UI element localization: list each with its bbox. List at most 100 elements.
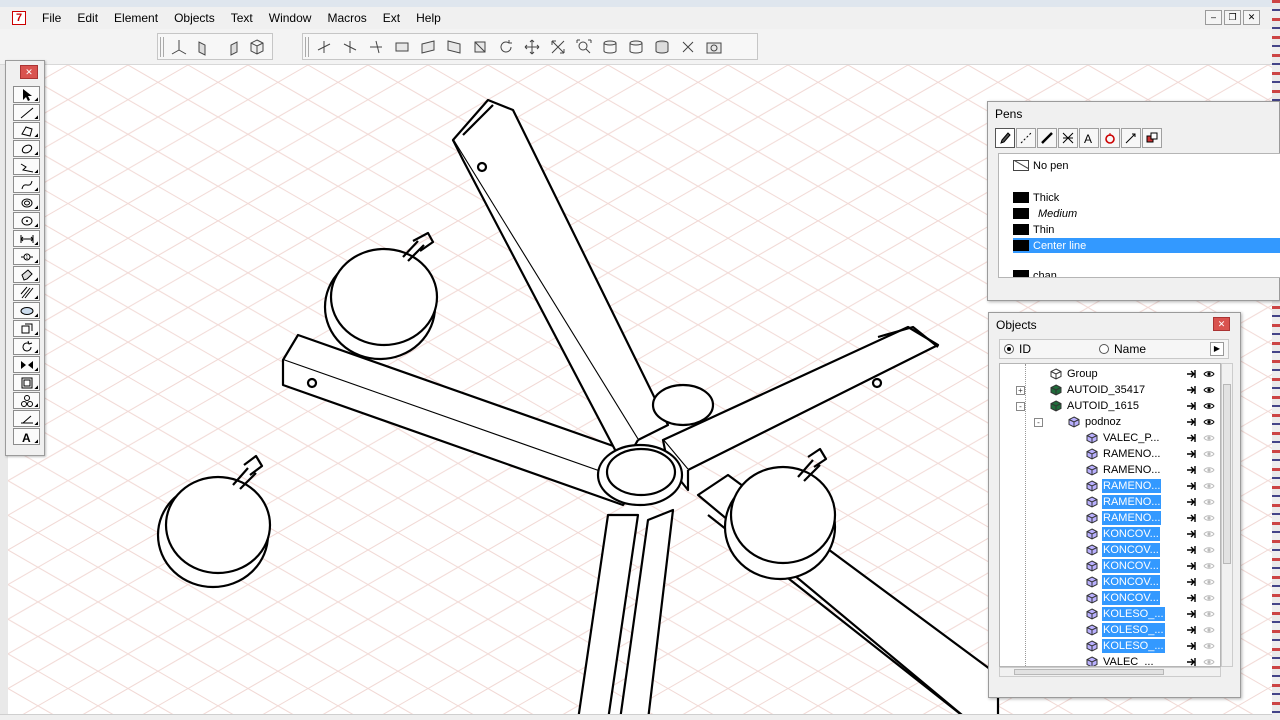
iso-cube-icon[interactable]	[245, 35, 269, 59]
menu-window[interactable]: Window	[261, 8, 320, 28]
eye-icon[interactable]	[1203, 465, 1215, 475]
select-arrow-icon[interactable]	[1186, 385, 1197, 395]
tree-row[interactable]: RAMENO...	[1000, 478, 1220, 494]
circle-icon[interactable]	[13, 194, 40, 211]
tree-row[interactable]: KOLESO_...	[1000, 606, 1220, 622]
dimension-2-icon[interactable]: 1	[13, 248, 40, 265]
tree-row[interactable]: KONCOV...	[1000, 574, 1220, 590]
select-arrow-icon[interactable]	[1186, 497, 1197, 507]
select-arrow-icon[interactable]	[1186, 481, 1197, 491]
tree-row[interactable]: VALEC_...	[1000, 654, 1220, 667]
cross-icon[interactable]	[676, 35, 700, 59]
tree-row[interactable]: VALEC_P...	[1000, 430, 1220, 446]
select-arrow-icon[interactable]	[1186, 513, 1197, 523]
collapse-icon[interactable]: -	[1016, 402, 1025, 411]
eye-icon[interactable]	[1203, 577, 1215, 587]
eye-icon[interactable]	[1203, 369, 1215, 379]
menu-macros[interactable]: Macros	[319, 8, 374, 28]
select-arrow-icon[interactable]	[13, 86, 40, 103]
select-arrow-icon[interactable]	[1186, 529, 1197, 539]
eye-icon[interactable]	[1203, 417, 1215, 427]
close-window-button[interactable]: ✕	[1243, 10, 1260, 25]
axis-tool-3-icon[interactable]	[364, 35, 388, 59]
axis-tool-icon[interactable]	[312, 35, 336, 59]
ellipse-tool-icon[interactable]	[13, 302, 40, 319]
styles-pen-icon[interactable]	[1142, 128, 1162, 148]
radio-name[interactable]	[1099, 344, 1109, 354]
eye-icon[interactable]	[1203, 481, 1215, 491]
move-icon[interactable]	[520, 35, 544, 59]
tree-row[interactable]: RAMENO...	[1000, 462, 1220, 478]
cylinder-icon[interactable]	[598, 35, 622, 59]
pen-row-center-line[interactable]: Center line	[1013, 238, 1280, 253]
scroll-thumb[interactable]	[1014, 669, 1164, 675]
pen-row-thin[interactable]: Thin	[1013, 222, 1280, 237]
toolbar-grip-2[interactable]	[305, 37, 309, 57]
iso-axes-icon[interactable]	[167, 35, 191, 59]
pen-icon[interactable]	[995, 128, 1015, 148]
select-arrow-icon[interactable]	[1186, 433, 1197, 443]
select-arrow-icon[interactable]	[1186, 577, 1197, 587]
select-arrow-icon[interactable]	[1186, 369, 1197, 379]
tree-row[interactable]: KOLESO_...	[1000, 622, 1220, 638]
select-arrow-icon[interactable]	[1186, 545, 1197, 555]
mirror-icon[interactable]	[13, 356, 40, 373]
fill-pen-icon[interactable]	[1100, 128, 1120, 148]
line-weight-icon[interactable]	[1037, 128, 1057, 148]
objects-close-button[interactable]: ✕	[1213, 317, 1230, 331]
tree-row[interactable]: - AUTOID_1615	[1000, 398, 1220, 414]
select-arrow-icon[interactable]	[1186, 561, 1197, 571]
eye-icon[interactable]	[1203, 625, 1215, 635]
tree-row[interactable]: RAMENO...	[1000, 510, 1220, 526]
radio-id[interactable]	[1004, 344, 1014, 354]
frame-icon[interactable]	[13, 374, 40, 391]
select-arrow-icon[interactable]	[1186, 657, 1197, 667]
box-icon[interactable]	[13, 320, 40, 337]
select-arrow-icon[interactable]	[1186, 401, 1197, 411]
eye-icon[interactable]	[1203, 529, 1215, 539]
ellipse-icon[interactable]	[13, 140, 40, 157]
select-arrow-icon[interactable]	[1186, 593, 1197, 603]
arrow-pen-icon[interactable]	[1121, 128, 1141, 148]
tree-row[interactable]: KONCOV...	[1000, 542, 1220, 558]
select-arrow-icon[interactable]	[1186, 465, 1197, 475]
select-arrow-icon[interactable]	[1186, 609, 1197, 619]
select-arrow-icon[interactable]	[1186, 417, 1197, 427]
eye-icon[interactable]	[1203, 561, 1215, 571]
tree-row[interactable]: - podnoz	[1000, 414, 1220, 430]
select-arrow-icon[interactable]	[1186, 625, 1197, 635]
menu-ext[interactable]: Ext	[375, 8, 408, 28]
collapse-icon[interactable]: -	[1034, 418, 1043, 427]
objects-vertical-scrollbar[interactable]	[1221, 363, 1233, 667]
eye-icon[interactable]	[1203, 449, 1215, 459]
transform-2-icon[interactable]	[416, 35, 440, 59]
eye-icon[interactable]	[1203, 497, 1215, 507]
eye-icon[interactable]	[1203, 641, 1215, 651]
hatch-icon[interactable]	[13, 284, 40, 301]
zoom-fit-icon[interactable]	[572, 35, 596, 59]
toolbar-grip[interactable]	[160, 37, 164, 57]
eye-icon[interactable]	[1203, 385, 1215, 395]
eye-icon[interactable]	[1203, 657, 1215, 667]
transform-3-icon[interactable]	[442, 35, 466, 59]
text-pen-icon[interactable]: A	[1079, 128, 1099, 148]
restore-button[interactable]: ❐	[1224, 10, 1241, 25]
dimension-icon[interactable]	[13, 230, 40, 247]
scroll-thumb[interactable]	[1223, 384, 1231, 564]
tree-row[interactable]: KONCOV...	[1000, 590, 1220, 606]
zigzag-icon[interactable]	[13, 158, 40, 175]
curve-icon[interactable]	[13, 176, 40, 193]
cylinder-2-icon[interactable]	[624, 35, 648, 59]
tree-row[interactable]: Group	[1000, 366, 1220, 382]
cross-hatch-icon[interactable]	[1058, 128, 1078, 148]
eye-icon[interactable]	[1203, 545, 1215, 555]
iso-plane-right-icon[interactable]	[219, 35, 243, 59]
iso-plane-left-icon[interactable]	[193, 35, 217, 59]
rotate-tool-icon[interactable]	[13, 338, 40, 355]
select-arrow-icon[interactable]	[1186, 641, 1197, 651]
circle-point-icon[interactable]	[13, 212, 40, 229]
cylinder-3-icon[interactable]	[650, 35, 674, 59]
eye-icon[interactable]	[1203, 401, 1215, 411]
menu-element[interactable]: Element	[106, 8, 166, 28]
camera-icon[interactable]	[702, 35, 726, 59]
